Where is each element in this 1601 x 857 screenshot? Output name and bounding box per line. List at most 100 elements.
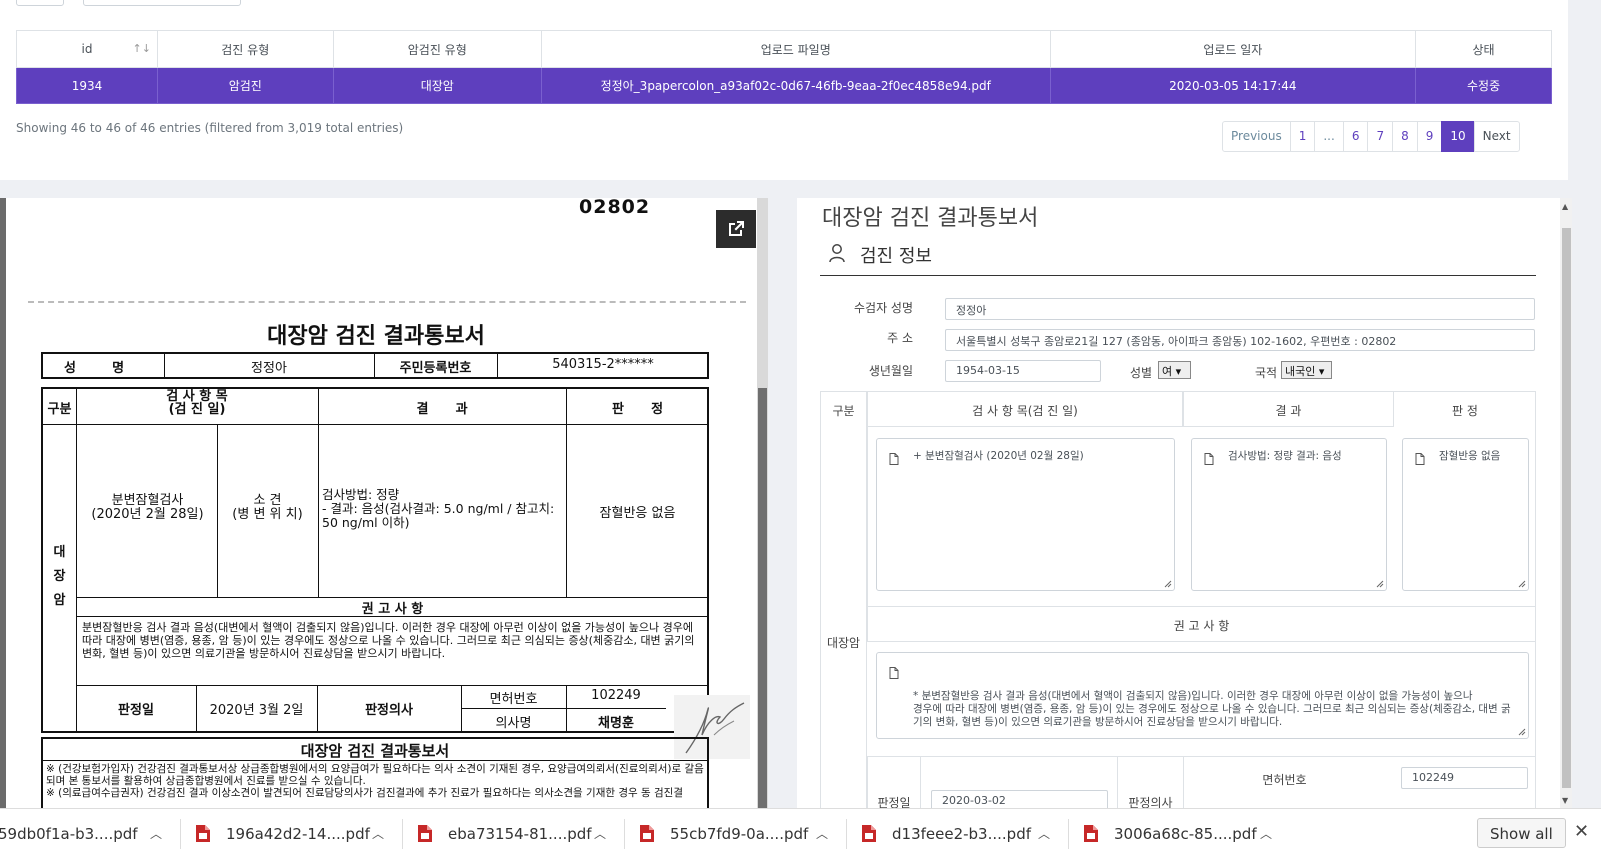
address-label: 주 소: [887, 331, 913, 345]
document-zip-code: 02802: [579, 198, 651, 218]
download-filename: 196a42d2-14....pdf: [226, 824, 370, 843]
document-category-vertical: 대 장 암: [53, 545, 66, 608]
cell-checkup-type: 암검진: [156, 67, 334, 104]
column-header-cancer-type[interactable]: 암검진 유형: [332, 30, 542, 68]
download-item[interactable]: 55cb7fd9-0a....pdf: [640, 809, 808, 857]
resize-grip-icon[interactable]: [1518, 580, 1526, 588]
pdf-file-icon: [640, 825, 654, 842]
document-doctor-label: 판정의사: [365, 703, 413, 718]
license-input[interactable]: 102249: [1401, 767, 1528, 789]
document-verdict-text: 잠혈반응 없음: [599, 506, 676, 521]
resize-grip-icon[interactable]: [1376, 580, 1384, 588]
document-name-value: 정정아: [251, 361, 287, 376]
result-textarea[interactable]: 검사방법: 정량 결과: 음성: [1191, 438, 1387, 591]
item-textarea[interactable]: + 분변잠혈검사 (2020년 02월 28일): [876, 438, 1175, 591]
document-license-label: 면허번호: [489, 692, 538, 707]
cell-id: 1934: [16, 67, 158, 104]
user-icon: [829, 244, 845, 263]
column-header-checkup-type[interactable]: 검진 유형: [156, 30, 334, 68]
open-external-button[interactable]: [716, 210, 756, 248]
document-doctor-name-label: 의사명: [495, 716, 532, 731]
advice-textarea[interactable]: * 분변잠혈반응 검사 결과 음성(대변에서 혈액이 검출되지 않음)입니다. …: [876, 652, 1529, 739]
pagination-page-7[interactable]: 7: [1367, 121, 1394, 152]
column-header-filename[interactable]: 업로드 파일명: [540, 30, 1051, 68]
pagination-page-1[interactable]: 1: [1289, 121, 1316, 152]
pdf-file-icon: [1084, 825, 1098, 842]
form-scrollbar[interactable]: ▲ ▼: [1560, 198, 1572, 808]
verdict-textarea[interactable]: 잠혈반응 없음: [1402, 438, 1529, 591]
table-search-input[interactable]: [83, 0, 241, 6]
pdf-file-icon: [196, 825, 210, 842]
results-table-card: id ↑↓ 검진 유형 암검진 유형 업로드 파일명 업로드 일자 상태 193…: [0, 0, 1568, 180]
document-icon: [889, 453, 899, 465]
column-header-status[interactable]: 상태: [1415, 30, 1552, 68]
external-link-icon: [729, 221, 744, 236]
pagination-next[interactable]: Next: [1473, 121, 1520, 152]
document-title: 대장암 검진 결과통보서: [267, 324, 485, 349]
chevron-up-icon[interactable]: ︿: [1038, 825, 1050, 842]
show-all-button[interactable]: Show all: [1477, 818, 1566, 848]
download-item[interactable]: eba73154-81....pdf: [418, 809, 592, 857]
sex-label: 성별: [1130, 366, 1153, 380]
close-icon[interactable]: ✕: [1574, 821, 1589, 842]
document-test-name: 분변잠혈검사 (2020년 2월 28일): [91, 493, 204, 522]
grid-col-verdict: 판 정: [1452, 404, 1478, 418]
chevron-up-icon[interactable]: ︿: [816, 825, 828, 842]
download-filename: d13feee2-b3....pdf: [892, 824, 1031, 843]
page-length-select[interactable]: [16, 0, 64, 6]
download-item[interactable]: d13feee2-b3....pdf: [862, 809, 1031, 857]
document-footer-title: 대장암 검진 결과통보서: [300, 742, 450, 760]
scroll-down-icon[interactable]: ▼: [1562, 796, 1568, 805]
pagination: Previous 1 ... 6 7 8 9 10 Next: [1222, 121, 1520, 152]
document-viewer: 02802 대장암 검진 결과통보서 성 명 정정아 주민등록번호 540315…: [0, 198, 768, 808]
pagination-page-6[interactable]: 6: [1342, 121, 1369, 152]
resize-grip-icon[interactable]: [1164, 580, 1172, 588]
sex-select[interactable]: 여 ▾: [1158, 361, 1191, 379]
grid-col-category: 구분: [832, 404, 855, 418]
column-header-id[interactable]: id ↑↓: [16, 30, 158, 68]
resize-grip-icon[interactable]: [1518, 728, 1526, 736]
document-result-text: 검사방법: 정량 - 결과: 음성(검사결과: 5.0 ng/ml / 참고치:…: [322, 487, 555, 530]
pagination-page-8[interactable]: 8: [1392, 121, 1418, 152]
scroll-up-icon[interactable]: ▲: [1562, 202, 1568, 211]
address-input[interactable]: 서울특별시 성북구 종암로21길 127 (종암동, 아이파크 종암동) 102…: [945, 329, 1535, 351]
chevron-up-icon[interactable]: ︿: [150, 825, 162, 842]
pagination-page-10[interactable]: 10: [1441, 121, 1475, 152]
download-filename: 55cb7fd9-0a....pdf: [670, 824, 809, 843]
download-filename: eba73154-81....pdf: [448, 824, 592, 843]
document-rrn-label: 주민등록번호: [399, 361, 472, 376]
download-item[interactable]: 196a42d2-14....pdf: [196, 809, 370, 857]
chevron-up-icon[interactable]: ︿: [594, 825, 606, 842]
cell-status: 수정중: [1415, 67, 1552, 104]
table-row[interactable]: 1934 암검진 대장암 정정아_3papercolon_a93af02c-0d…: [16, 67, 1552, 104]
pagination-previous[interactable]: Previous: [1222, 121, 1291, 152]
pagination-page-9[interactable]: 9: [1416, 121, 1443, 152]
pdf-file-icon: [862, 825, 876, 842]
grid-advice-label: 권 고 사 항: [1173, 619, 1230, 633]
form-scrollbar-thumb[interactable]: [1562, 228, 1571, 788]
document-doctor-name-value: 채명훈: [598, 716, 634, 731]
cell-upload-date: 2020-03-05 14:17:44: [1049, 67, 1417, 104]
entries-info: Showing 46 to 46 of 46 entries (filtered…: [16, 121, 404, 135]
document-name-label: 성 명: [64, 361, 125, 376]
nationality-select[interactable]: 내국인 ▾: [1281, 361, 1332, 379]
download-item[interactable]: 3006a68c-85....pdf: [1084, 809, 1257, 857]
document-rrn-value: 540315-2******: [552, 357, 654, 372]
chevron-up-icon[interactable]: ︿: [1260, 825, 1272, 842]
viewer-scrollbar[interactable]: [757, 198, 768, 808]
download-item[interactable]: 59db0f1a-b3....pdf: [0, 809, 138, 857]
viewer-scrollbar-thumb[interactable]: [758, 388, 767, 808]
dob-input[interactable]: 1954-03-15: [945, 360, 1101, 382]
section-divider: [820, 275, 1536, 276]
downloads-bar: 59db0f1a-b3....pdf ︿ 196a42d2-14....pdf …: [0, 808, 1601, 857]
document-col-verdict: 판 정: [611, 402, 664, 417]
document-col-item: 검 사 항 목 (검 진 일): [166, 389, 228, 417]
document-judgment-date-label: 판정일: [118, 703, 154, 718]
sort-icon[interactable]: ↑↓: [133, 42, 151, 55]
document-advice-text: 분변잠혈반응 검사 결과 음성(대변에서 혈액이 검출되지 않음)입니다. 이러…: [82, 621, 695, 660]
name-input[interactable]: 정정아: [945, 298, 1535, 320]
column-header-upload-date[interactable]: 업로드 일자: [1049, 30, 1417, 68]
chevron-up-icon[interactable]: ︿: [372, 825, 384, 842]
grid-col-result: 결 과: [1275, 404, 1302, 418]
document-finding-label: 소 견 (병 변 위 치): [232, 493, 303, 522]
